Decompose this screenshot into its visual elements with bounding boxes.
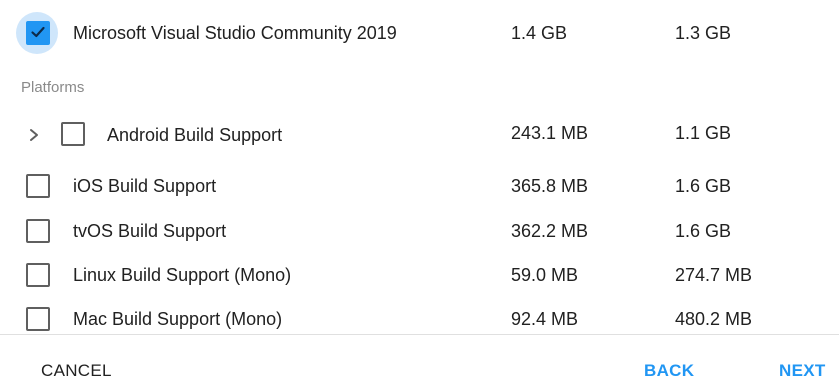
module-label: iOS Build Support [73, 176, 217, 196]
module-label: Mac Build Support (Mono) [73, 309, 283, 329]
back-button[interactable]: BACK [644, 361, 694, 381]
module-label: tvOS Build Support [73, 221, 227, 241]
check-icon [31, 26, 45, 38]
download-size: 59.0 MB [511, 265, 579, 285]
module-row-linux[interactable]: Linux Build Support (Mono) 59.0 MB 274.7… [0, 253, 839, 297]
module-row-visual-studio[interactable]: Microsoft Visual Studio Community 2019 1… [0, 11, 839, 55]
module-label: Android Build Support [107, 125, 283, 145]
download-size: 1.4 GB [511, 23, 568, 43]
installed-size: 1.3 GB [675, 23, 732, 43]
download-size: 362.2 MB [511, 221, 589, 241]
download-size: 243.1 MB [511, 123, 589, 143]
installed-size: 1.6 GB [675, 221, 732, 241]
module-label: Linux Build Support (Mono) [73, 265, 292, 285]
linux-checkbox[interactable] [26, 263, 50, 287]
module-label: Microsoft Visual Studio Community 2019 [73, 23, 397, 43]
installed-size: 274.7 MB [675, 265, 753, 285]
download-size: 92.4 MB [511, 309, 579, 329]
android-checkbox[interactable] [61, 122, 85, 146]
mac-checkbox[interactable] [26, 307, 50, 331]
visual-studio-checkbox[interactable] [26, 21, 50, 45]
installed-size: 1.6 GB [675, 176, 732, 196]
module-row-tvos[interactable]: tvOS Build Support 362.2 MB 1.6 GB [0, 209, 839, 253]
installed-size: 1.1 GB [675, 123, 732, 143]
platforms-section-header: Platforms [21, 79, 85, 96]
cancel-button[interactable]: CANCEL [41, 361, 112, 381]
module-row-android[interactable]: Android Build Support 243.1 MB 1.1 GB [0, 112, 839, 156]
next-button[interactable]: NEXT [779, 361, 826, 381]
footer-divider [0, 334, 839, 335]
module-row-ios[interactable]: iOS Build Support 365.8 MB 1.6 GB [0, 164, 839, 208]
ios-checkbox[interactable] [26, 174, 50, 198]
installed-size: 480.2 MB [675, 309, 753, 329]
download-size: 365.8 MB [511, 176, 589, 196]
tvos-checkbox[interactable] [26, 219, 50, 243]
